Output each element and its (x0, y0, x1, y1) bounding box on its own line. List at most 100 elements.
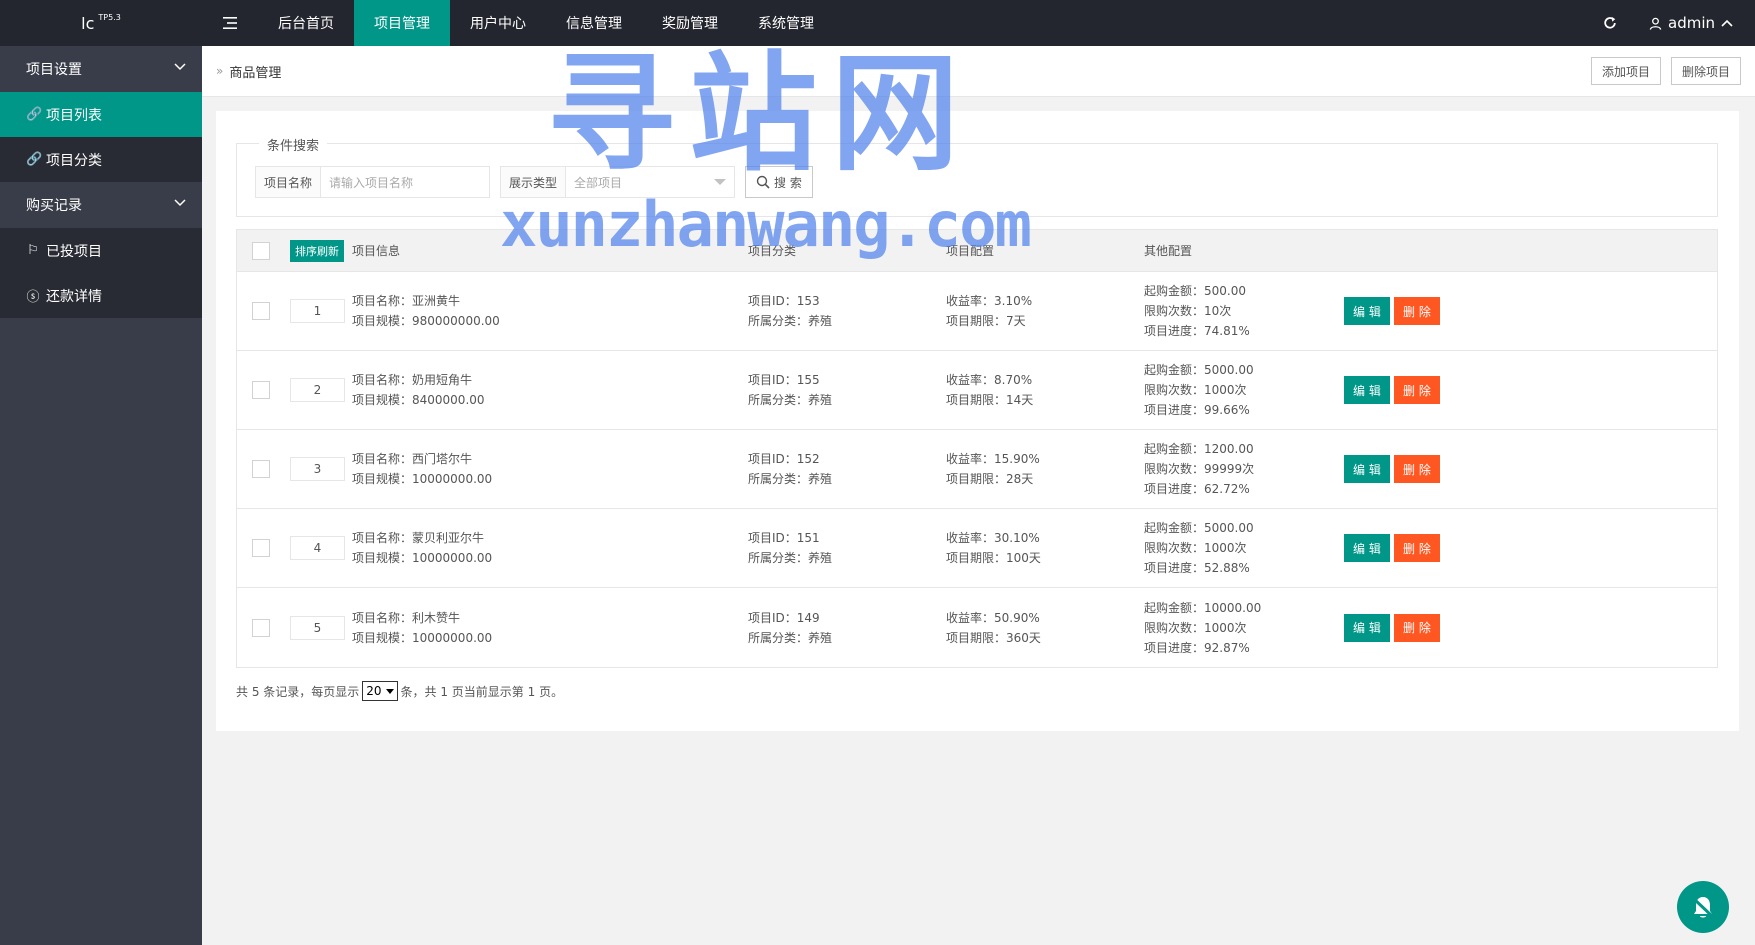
delete-button[interactable]: 删 除 (1394, 455, 1440, 483)
main-card: 条件搜索 项目名称 请输入项目名称 展示类型 全部项目 搜 索 排序刷新 项目信… (216, 111, 1739, 731)
edit-button[interactable]: 编 辑 (1344, 376, 1390, 404)
sidebar-item-invested-projects[interactable]: ⚐ 已投项目 (0, 228, 202, 273)
row-checkbox[interactable] (252, 381, 270, 399)
chevron-up-icon (1721, 19, 1733, 27)
edit-button[interactable]: 编 辑 (1344, 613, 1390, 642)
row-checkbox[interactable] (252, 460, 270, 478)
project-name-input[interactable]: 请输入项目名称 (321, 167, 489, 197)
delete-button[interactable]: 删 除 (1394, 376, 1440, 404)
header-other-config: 其他配置 (1144, 244, 1193, 258)
project-name-group: 项目名称 请输入项目名称 (255, 166, 491, 198)
project-category: 所属分类：养殖 (748, 393, 833, 407)
link-icon: 🔗 (26, 107, 43, 122)
project-rate: 收益率：15.90% (946, 452, 1040, 466)
caret-down-icon (385, 688, 394, 694)
sort-refresh-button[interactable]: 排序刷新 (290, 239, 344, 262)
project-term: 项目期限：360天 (946, 630, 1041, 645)
row-checkbox[interactable] (252, 618, 270, 637)
project-id: 项目ID：152 (748, 452, 820, 466)
sidebar-item-repayment-details[interactable]: ⓢ 还款详情 (0, 273, 202, 318)
row-checkbox[interactable] (252, 302, 270, 320)
cell-project-config: 收益率：15.90% 项目期限：28天 (946, 449, 1040, 489)
sidebar-item-label: 项目列表 (46, 107, 102, 124)
project-rate: 收益率：50.90% (946, 610, 1040, 625)
cell-project-category: 项目ID：151 所属分类：养殖 (748, 528, 832, 568)
purchase-limit: 限购次数：10次 (1144, 304, 1232, 318)
delete-button[interactable]: 删 除 (1394, 297, 1440, 325)
delete-button[interactable]: 删 除 (1394, 613, 1440, 642)
breadcrumb: » 商品管理 添加项目 删除项目 (202, 46, 1755, 97)
sidebar-item-project-list[interactable]: 🔗 项目列表 (0, 92, 202, 137)
sidebar-group-label: 项目设置 (26, 62, 82, 78)
cell-project-info: 项目名称：西门塔尔牛 项目规模：10000000.00 (352, 449, 492, 489)
refresh-icon[interactable] (1585, 0, 1635, 46)
edit-button[interactable]: 编 辑 (1344, 297, 1390, 325)
cell-project-info: 项目名称：利木赞牛 项目规模：10000000.00 (352, 608, 492, 648)
project-progress: 项目进度：99.66% (1144, 403, 1250, 417)
project-id: 项目ID：153 (748, 294, 820, 308)
min-purchase: 起购金额：5000.00 (1144, 363, 1254, 377)
sidebar-group-purchase-records[interactable]: 购买记录 (0, 182, 202, 228)
display-type-select[interactable]: 全部项目 (566, 167, 734, 197)
edit-button[interactable]: 编 辑 (1344, 534, 1390, 562)
project-name: 项目名称：蒙贝利亚尔牛 (352, 531, 485, 545)
menu-toggle-icon[interactable] (202, 0, 258, 46)
nav-user-center[interactable]: 用户中心 (450, 0, 546, 46)
per-page-select[interactable]: 20 (362, 681, 398, 701)
project-progress: 项目进度：62.72% (1144, 482, 1250, 496)
notification-bell-off-button[interactable] (1677, 881, 1729, 933)
search-button-label: 搜 索 (774, 175, 802, 190)
sort-order-input[interactable]: 2 (290, 378, 345, 402)
min-purchase: 起购金额：10000.00 (1144, 600, 1262, 615)
nav-project-management[interactable]: 项目管理 (354, 0, 450, 46)
link-icon: 🔗 (26, 152, 43, 167)
project-table: 排序刷新 项目信息 项目分类 项目配置 其他配置 1 项目名称：亚洲黄牛 项目规模：… (236, 229, 1718, 668)
nav-home[interactable]: 后台首页 (258, 0, 354, 46)
select-all-checkbox[interactable] (252, 241, 270, 260)
project-rate: 收益率：3.10% (946, 294, 1033, 308)
project-progress: 项目进度：74.81% (1144, 324, 1250, 338)
nav-system-management[interactable]: 系统管理 (738, 0, 834, 46)
sort-order-input[interactable]: 5 (290, 615, 345, 640)
nav-info-management[interactable]: 信息管理 (546, 0, 642, 46)
project-category: 所属分类：养殖 (748, 314, 833, 328)
project-category: 所属分类：养殖 (748, 551, 833, 565)
purchase-limit: 限购次数：1000次 (1144, 620, 1247, 635)
user-menu[interactable]: admin (1635, 0, 1755, 46)
purchase-limit: 限购次数：99999次 (1144, 462, 1255, 476)
sidebar-group-label: 购买记录 (26, 198, 82, 214)
project-rate: 收益率：30.10% (946, 531, 1040, 545)
user-name: admin (1668, 14, 1715, 32)
search-button[interactable]: 搜 索 (745, 166, 813, 198)
sidebar-item-project-category[interactable]: 🔗 项目分类 (0, 137, 202, 182)
project-progress: 项目进度：92.87% (1144, 640, 1250, 655)
per-page-value: 20 (366, 684, 382, 698)
delete-project-button[interactable]: 删除项目 (1670, 57, 1741, 85)
pager-prefix: 共 5 条记录，每页显示 (236, 684, 360, 699)
cell-other-config: 起购金额：1200.00 限购次数：99999次 项目进度：62.72% (1144, 439, 1254, 499)
sidebar-item-label: 已投项目 (46, 243, 102, 260)
add-project-button[interactable]: 添加项目 (1590, 57, 1661, 85)
project-id: 项目ID：149 (748, 610, 820, 625)
nav-reward-management[interactable]: 奖励管理 (642, 0, 738, 46)
edit-button[interactable]: 编 辑 (1344, 455, 1390, 483)
cell-other-config: 起购金额：10000.00 限购次数：1000次 项目进度：92.87% (1144, 598, 1261, 658)
search-icon (756, 175, 770, 189)
project-name: 项目名称：奶用短角牛 (352, 373, 473, 387)
project-progress: 项目进度：52.88% (1144, 561, 1250, 575)
sort-order-input[interactable]: 1 (290, 299, 345, 323)
display-type-group: 展示类型 全部项目 (500, 166, 736, 198)
sidebar-group-project-settings[interactable]: 项目设置 (0, 46, 202, 92)
cell-project-config: 收益率：50.90% 项目期限：360天 (946, 608, 1041, 648)
row-checkbox[interactable] (252, 539, 270, 557)
sidebar: 项目设置 🔗 项目列表 🔗 项目分类 购买记录 ⚐ 已投项目 ⓢ 还款详情 (0, 46, 202, 945)
cell-project-category: 项目ID：153 所属分类：养殖 (748, 291, 832, 331)
cell-other-config: 起购金额：5000.00 限购次数：1000次 项目进度：52.88% (1144, 518, 1254, 578)
sort-order-input[interactable]: 4 (290, 536, 345, 560)
cell-project-category: 项目ID：152 所属分类：养殖 (748, 449, 832, 489)
project-scale: 项目规模：10000000.00 (352, 551, 493, 565)
search-legend: 条件搜索 (259, 135, 328, 154)
header-project-category: 项目分类 (748, 244, 797, 258)
sort-order-input[interactable]: 3 (290, 457, 345, 481)
delete-button[interactable]: 删 除 (1394, 534, 1440, 562)
